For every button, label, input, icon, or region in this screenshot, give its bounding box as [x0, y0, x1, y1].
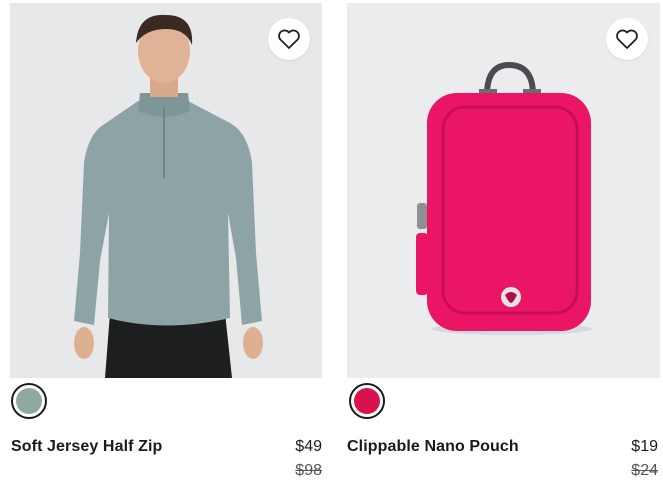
heart-outline-icon — [615, 28, 639, 50]
product-image[interactable] — [347, 3, 660, 378]
half-zip-photo — [10, 3, 322, 378]
product-name[interactable]: Soft Jersey Half Zip — [11, 438, 162, 456]
swatch-color — [354, 388, 380, 414]
sale-price: $49 — [295, 438, 322, 455]
favorite-button[interactable] — [606, 18, 648, 60]
swatch-color — [16, 388, 42, 414]
color-swatch-selected[interactable] — [11, 383, 47, 419]
favorite-button[interactable] — [268, 18, 310, 60]
product-name[interactable]: Clippable Nano Pouch — [347, 438, 519, 456]
heart-outline-icon — [277, 28, 301, 50]
original-price: $24 — [631, 462, 658, 479]
nano-pouch-photo — [347, 3, 660, 378]
product-image[interactable] — [10, 3, 322, 378]
original-price: $98 — [295, 462, 322, 479]
color-swatch-selected[interactable] — [349, 383, 385, 419]
sale-price: $19 — [631, 438, 658, 455]
